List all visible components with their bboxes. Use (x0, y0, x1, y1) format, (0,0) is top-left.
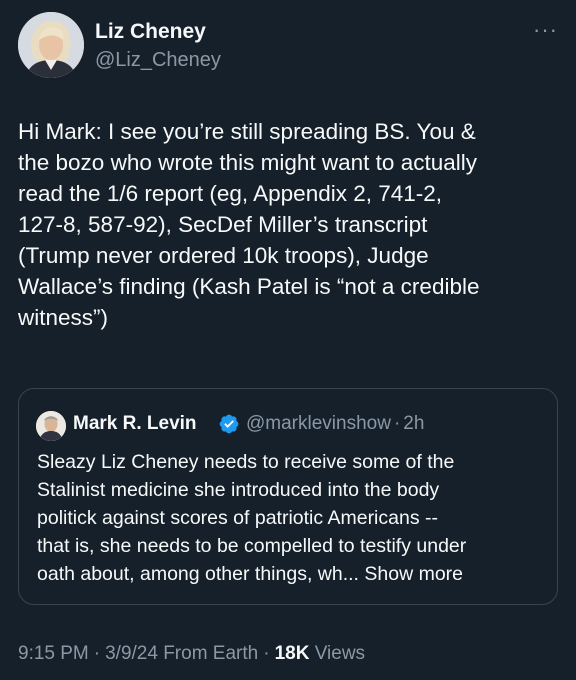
quoted-line: politick against scores of patriotic Ame… (37, 507, 438, 529)
tweet-line: read the 1/6 report (eg, Appendix 2, 741… (18, 181, 443, 206)
tweet-line: (Trump never ordered 10k troops), Judge (18, 243, 429, 268)
quoted-line: that is, she needs to be compelled to te… (37, 535, 467, 557)
quoted-author-name[interactable]: Mark R. Levin (73, 413, 197, 435)
tweet-line: 127-8, 587-92), SecDef Miller’s transcri… (18, 212, 428, 237)
quoted-time[interactable]: 2h (403, 413, 424, 434)
tweet-source: From Earth (163, 643, 259, 664)
author-avatar-image (18, 12, 84, 78)
quoted-line-text: oath about, among other things, wh... (37, 563, 359, 585)
author-name[interactable]: Liz Cheney (95, 20, 206, 44)
author-handle[interactable]: @Liz_Cheney (95, 49, 221, 72)
tweet-time[interactable]: 9:15 PM (18, 643, 89, 664)
quoted-line: Sleazy Liz Cheney needs to receive some … (37, 451, 455, 473)
tweet-line: witness”) (18, 305, 109, 330)
quoted-line: Stalinist medicine she introduced into t… (37, 479, 440, 501)
tweet-line: Hi Mark: I see you’re still spreading BS… (18, 119, 476, 144)
views-count: 18K (274, 643, 310, 664)
show-more-link[interactable]: Show more (364, 563, 463, 585)
tweet-line: Wallace’s finding (Kash Patel is “not a … (18, 274, 480, 299)
author-avatar[interactable] (18, 12, 84, 78)
views-label: Views (314, 643, 366, 664)
quoted-tweet-card[interactable]: Mark R. Levin @marklevinshow · 2h Sleazy L… (18, 388, 558, 605)
tweet-date[interactable]: 3/9/24 (105, 643, 158, 664)
meta-separator: · (93, 643, 101, 664)
quoted-avatar-image (36, 411, 66, 441)
tweet-text: Hi Mark: I see you’re still spreading BS… (18, 116, 558, 333)
more-horizontal-icon[interactable]: ··· (533, 19, 558, 41)
quoted-author-avatar[interactable] (36, 411, 66, 441)
quoted-line-last: oath about, among other things, wh... Sh… (37, 560, 549, 588)
verified-badge-icon (219, 414, 239, 434)
tweet-line: the bozo who wrote this might want to ac… (18, 150, 477, 175)
quoted-author-handle[interactable]: @marklevinshow (246, 413, 391, 434)
tweet-meta: 9:15 PM · 3/9/24 From Earth · 18K Views (18, 643, 365, 665)
tweet-page: Liz Cheney @Liz_Cheney ··· Hi Mark: I se… (0, 0, 576, 680)
quoted-author-meta: @marklevinshow · 2h (246, 413, 424, 435)
quoted-separator: · (393, 413, 401, 434)
quoted-tweet-text: Sleazy Liz Cheney needs to receive some … (37, 448, 549, 588)
meta-separator: · (263, 643, 270, 664)
